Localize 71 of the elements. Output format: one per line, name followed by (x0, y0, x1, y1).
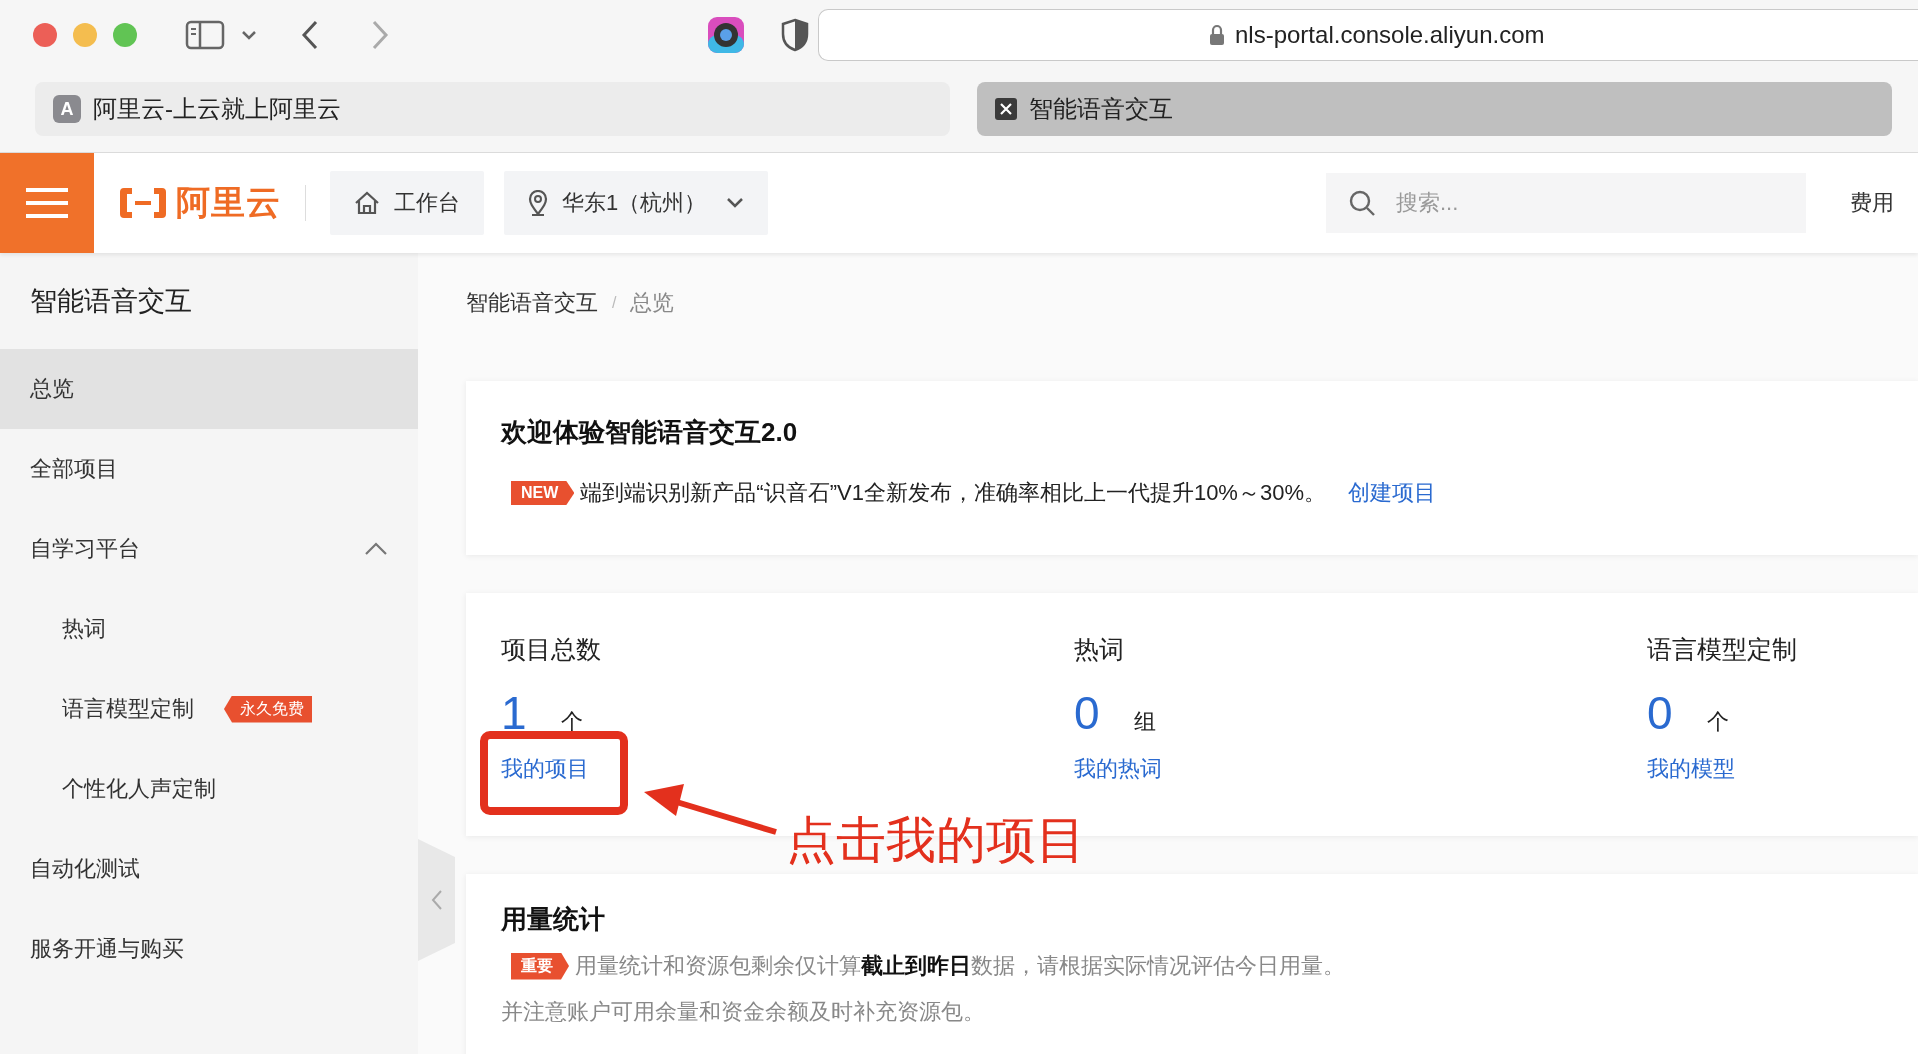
browser-tab[interactable]: 智能语音交互 (977, 82, 1892, 136)
important-tag: 重要 (511, 952, 569, 980)
region-selector[interactable]: 华东1（杭州） (504, 171, 769, 235)
home-icon (354, 191, 380, 215)
favicon: A (53, 95, 81, 123)
stat-value: 1 (501, 686, 527, 740)
logo-icon (118, 185, 168, 221)
sidebar-toggle-icon[interactable] (185, 20, 225, 50)
back-icon[interactable] (301, 20, 319, 50)
sidebar-item-label: 个性化人声定制 (62, 775, 216, 803)
create-project-link[interactable]: 创建项目 (1347, 478, 1436, 508)
sidebar-item[interactable]: 自动化测试 (0, 829, 418, 909)
sidebar-title: 智能语音交互 (29, 285, 193, 318)
menu-icon (26, 186, 68, 220)
card-title: 用量统计 (501, 903, 606, 936)
sidebar-item[interactable]: 总览 (0, 349, 418, 429)
search-field[interactable]: 搜索... (1326, 173, 1806, 233)
sidebar-item[interactable]: 自学习平台 (0, 509, 418, 589)
breadcrumb-current: 总览 (630, 289, 675, 317)
search-icon (1348, 189, 1376, 217)
stat-value: 0 (1074, 686, 1100, 740)
chevron-left-icon (430, 889, 443, 911)
workbench-button[interactable]: 工作台 (330, 171, 484, 235)
stat-unit: 组 (1133, 708, 1156, 736)
usage-notice: 用量统计和资源包剩余仅计算截止到昨日数据，请根据实际情况评估今日用量。 (575, 952, 1345, 980)
free-badge: 永久免费 (224, 695, 312, 723)
chevron-down-icon (726, 197, 745, 209)
browser-tab[interactable]: A 阿里云-上云就上阿里云 (35, 82, 950, 136)
shield-icon[interactable] (781, 18, 809, 52)
tab-title: 阿里云-上云就上阿里云 (93, 94, 341, 124)
card-title: 欢迎体验智能语音交互2.0 (501, 416, 799, 449)
annotation-text: 点击我的项目 (786, 811, 1086, 870)
chevron-down-icon[interactable] (241, 30, 257, 40)
location-pin-icon (528, 190, 548, 216)
usage-note: 并注意账户可用余量和资金余额及时补充资源包。 (501, 998, 986, 1026)
stat-link[interactable]: 我的模型 (1647, 754, 1735, 784)
stat-unit: 个 (1706, 708, 1729, 736)
sidebar-item-label: 服务开通与购买 (30, 935, 184, 963)
sidebar-item-label: 自动化测试 (30, 855, 140, 883)
sidebar-item-label: 热词 (62, 615, 106, 643)
url-text: nls-portal.console.aliyun.com (1235, 21, 1545, 49)
stat-value: 0 (1647, 686, 1673, 740)
sidebar-item[interactable]: 服务开通与购买 (0, 909, 418, 989)
sidebar-item-label: 自学习平台 (30, 535, 140, 563)
stat-title: 热词 (1074, 634, 1125, 665)
sidebar-item-label: 总览 (30, 375, 74, 403)
stat-link[interactable]: 我的热词 (1074, 754, 1162, 784)
sidebar-item[interactable]: 语言模型定制 永久免费 (0, 669, 418, 749)
stat-unit: 个 (560, 708, 583, 736)
close-window-button[interactable] (33, 23, 57, 47)
address-bar[interactable]: nls-portal.console.aliyun.com (818, 9, 1918, 61)
breadcrumb-link[interactable]: 智能语音交互 (466, 288, 598, 318)
chevron-up-icon[interactable] (364, 542, 388, 556)
new-tag: NEW (511, 481, 575, 505)
camera-app-icon[interactable] (707, 16, 745, 54)
sidebar-item[interactable]: 个性化人声定制 (0, 749, 418, 829)
tab-title: 智能语音交互 (1029, 94, 1173, 124)
announcement-text: 端到端识别新产品“识音石”V1全新发布，准确率相比上一代提升10%～30%。 (580, 479, 1326, 507)
breadcrumb-separator: / (612, 294, 617, 312)
menu-button[interactable] (0, 153, 94, 253)
sidebar-item-label: 语言模型定制 (62, 695, 194, 723)
stat-title: 语言模型定制 (1647, 634, 1798, 665)
sidebar-item-label: 全部项目 (30, 455, 118, 483)
close-icon[interactable] (995, 98, 1017, 120)
stat-link[interactable]: 我的项目 (501, 754, 589, 784)
sidebar-item[interactable]: 热词 (0, 589, 418, 669)
billing-link[interactable]: 费用 (1850, 188, 1894, 218)
lock-icon (1209, 24, 1225, 46)
forward-icon[interactable] (371, 20, 389, 50)
sidebar-item[interactable]: 全部项目 (0, 429, 418, 509)
stat-title: 项目总数 (501, 634, 602, 665)
